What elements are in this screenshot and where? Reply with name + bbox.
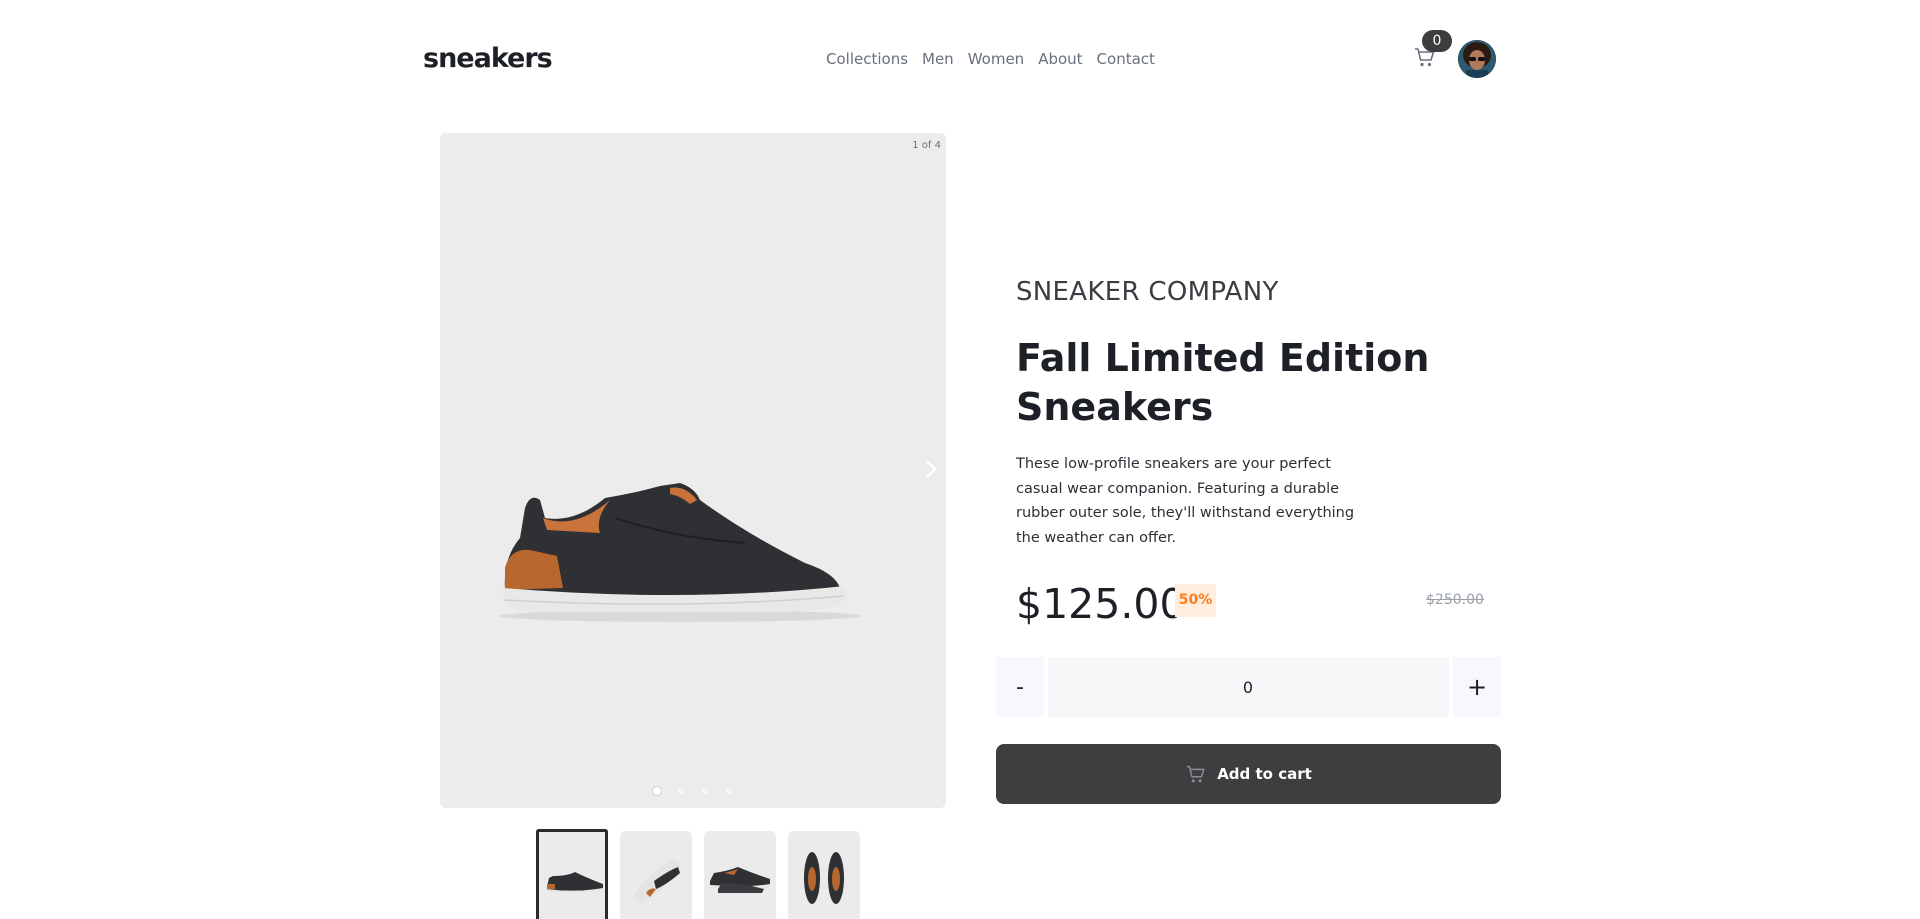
quantity-stepper: - + bbox=[996, 657, 1501, 717]
product-title: Fall Limited Edition Sneakers bbox=[1016, 336, 1430, 429]
cart-count-badge: 0 bbox=[1422, 30, 1452, 52]
brand-name: SNEAKER COMPANY bbox=[1016, 277, 1279, 307]
nav-link-collections[interactable]: Collections bbox=[826, 50, 908, 68]
increase-quantity-button[interactable]: + bbox=[1453, 657, 1501, 717]
main-nav: Collections Men Women About Contact bbox=[826, 50, 1155, 68]
slide-dots bbox=[440, 786, 946, 796]
slide-dot-2[interactable] bbox=[676, 786, 686, 796]
site-logo[interactable]: sneakers bbox=[423, 43, 553, 74]
quantity-input[interactable] bbox=[1048, 657, 1448, 717]
site-header: sneakers Collections Men Women About Con… bbox=[0, 0, 1920, 110]
thumbnail-1[interactable] bbox=[536, 829, 608, 919]
thumbnail-3[interactable] bbox=[704, 831, 776, 919]
nav-link-men[interactable]: Men bbox=[922, 50, 954, 68]
original-price: $250.00 bbox=[1426, 592, 1484, 608]
add-to-cart-label: Add to cart bbox=[1217, 765, 1312, 783]
discount-badge: 50% bbox=[1175, 584, 1216, 617]
current-price: $125.00 bbox=[1016, 580, 1186, 628]
product-image bbox=[500, 483, 860, 622]
next-slide-arrow-icon[interactable] bbox=[924, 459, 938, 479]
add-to-cart-button[interactable]: Add to cart bbox=[996, 744, 1501, 804]
slide-counter: 1 of 4 bbox=[912, 140, 941, 151]
user-avatar[interactable] bbox=[1458, 40, 1496, 78]
product-description: These low-profile sneakers are your perf… bbox=[1016, 456, 1355, 546]
nav-link-about[interactable]: About bbox=[1038, 50, 1082, 68]
nav-link-contact[interactable]: Contact bbox=[1097, 50, 1155, 68]
slide-dot-4[interactable] bbox=[724, 786, 734, 796]
slide-dot-1[interactable] bbox=[652, 786, 662, 796]
slide-dot-3[interactable] bbox=[700, 786, 710, 796]
decrease-quantity-button[interactable]: - bbox=[996, 657, 1044, 717]
nav-link-women[interactable]: Women bbox=[968, 50, 1024, 68]
thumbnail-4[interactable] bbox=[788, 831, 860, 919]
thumbnail-strip bbox=[536, 829, 860, 919]
product-gallery[interactable]: 1 of 4 bbox=[440, 133, 946, 808]
thumbnail-2[interactable] bbox=[620, 831, 692, 919]
cart-icon bbox=[1187, 765, 1205, 783]
